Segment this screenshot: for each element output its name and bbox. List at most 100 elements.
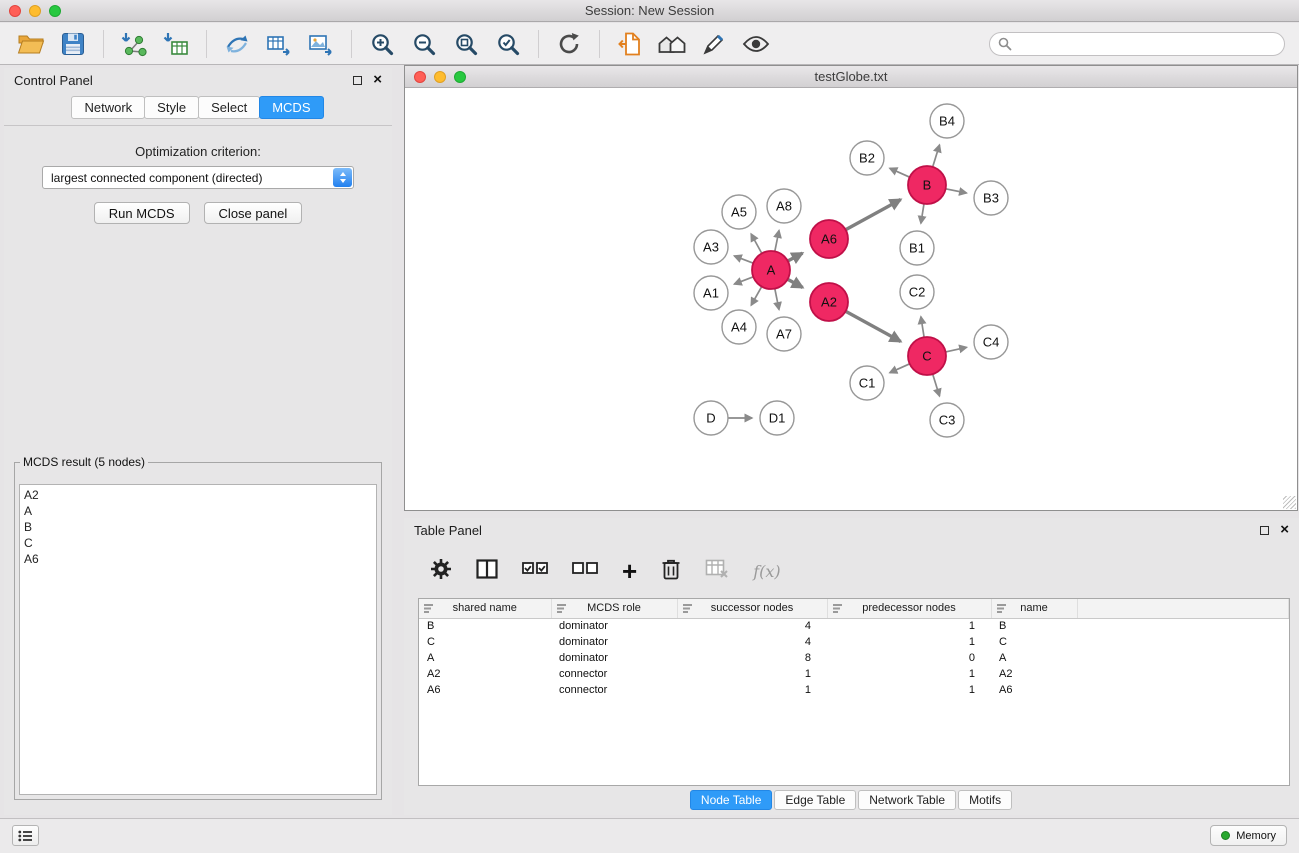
graph-node-B3[interactable]: B3 <box>974 181 1008 215</box>
graph-node-A2[interactable]: A2 <box>810 283 848 321</box>
network-window-titlebar[interactable]: testGlobe.txt <box>405 66 1297 88</box>
graph-edge-B-B2[interactable] <box>890 168 910 177</box>
graph-node-D[interactable]: D <box>694 401 728 435</box>
graph-edge-A-A6[interactable] <box>788 253 803 261</box>
tab-motifs[interactable]: Motifs <box>958 790 1012 810</box>
column-header-mcds-role[interactable]: MCDS role <box>551 599 677 618</box>
delete-column-button[interactable] <box>661 558 681 585</box>
graph-node-B[interactable]: B <box>908 166 946 204</box>
tab-network[interactable]: Network <box>71 96 145 119</box>
window-resize-gripper[interactable] <box>1283 496 1296 509</box>
table-cell[interactable]: C <box>991 634 1077 650</box>
graph-edge-C-C1[interactable] <box>890 364 910 373</box>
graph-node-D1[interactable]: D1 <box>760 401 794 435</box>
toolbar-search[interactable] <box>989 32 1285 56</box>
show-columns-button[interactable] <box>476 559 498 584</box>
tab-style[interactable]: Style <box>144 96 199 119</box>
search-input[interactable] <box>1018 37 1276 51</box>
table-cell[interactable]: B <box>991 618 1077 634</box>
node-table-row[interactable]: Adominator80A <box>419 650 1289 666</box>
table-cell[interactable]: 1 <box>827 666 991 682</box>
import-network-button[interactable] <box>116 26 152 62</box>
table-cell[interactable]: A6 <box>419 682 551 698</box>
float-panel-icon[interactable] <box>353 76 362 85</box>
tab-node-table[interactable]: Node Table <box>690 790 773 810</box>
open-session-button[interactable] <box>13 26 49 62</box>
close-panel-button[interactable]: Close panel <box>204 202 303 224</box>
select-all-button[interactable] <box>522 562 548 581</box>
table-cell[interactable]: C <box>419 634 551 650</box>
table-cell[interactable]: dominator <box>551 634 677 650</box>
graph-edge-A2-C[interactable] <box>846 311 901 341</box>
graph-edge-A-A2[interactable] <box>788 279 803 287</box>
show-hide-button[interactable] <box>738 26 774 62</box>
graph-node-A7[interactable]: A7 <box>767 317 801 351</box>
table-settings-button[interactable] <box>430 558 452 585</box>
graph-edge-A-A7[interactable] <box>775 289 779 310</box>
graph-node-A6[interactable]: A6 <box>810 220 848 258</box>
memory-button[interactable]: Memory <box>1210 825 1287 846</box>
run-mcds-button[interactable]: Run MCDS <box>94 202 190 224</box>
table-cell[interactable]: connector <box>551 666 677 682</box>
table-cell[interactable]: A6 <box>991 682 1077 698</box>
node-table-row[interactable]: Bdominator41B <box>419 618 1289 634</box>
zoom-selected-button[interactable] <box>490 26 526 62</box>
column-header-predecessor-nodes[interactable]: predecessor nodes <box>827 599 991 618</box>
graph-edge-A-A3[interactable] <box>734 256 753 263</box>
graph-node-C1[interactable]: C1 <box>850 366 884 400</box>
zoom-fit-button[interactable] <box>448 26 484 62</box>
graph-edge-A-A1[interactable] <box>734 277 753 284</box>
graph-edge-C-C2[interactable] <box>921 317 924 338</box>
home-view-button[interactable] <box>654 26 690 62</box>
table-cell[interactable]: 4 <box>677 634 827 650</box>
table-cell[interactable]: connector <box>551 682 677 698</box>
graph-node-A[interactable]: A <box>752 251 790 289</box>
graph-edge-A-A4[interactable] <box>751 287 762 306</box>
table-cell[interactable]: 1 <box>827 682 991 698</box>
table-cell[interactable]: 1 <box>677 666 827 682</box>
add-column-button[interactable]: + <box>622 561 637 581</box>
tab-edge-table[interactable]: Edge Table <box>774 790 856 810</box>
annotation-button[interactable] <box>696 26 732 62</box>
graph-edge-A-A8[interactable] <box>775 231 779 252</box>
graph-edge-B-B1[interactable] <box>921 204 924 224</box>
graph-node-A8[interactable]: A8 <box>767 189 801 223</box>
criterion-dropdown[interactable]: largest connected component (directed) <box>42 166 354 189</box>
table-cell[interactable]: 0 <box>827 650 991 666</box>
refresh-layout-button[interactable] <box>551 26 587 62</box>
node-table-row[interactable]: A2connector11A2 <box>419 666 1289 682</box>
table-cell[interactable]: dominator <box>551 650 677 666</box>
deselect-all-button[interactable] <box>572 562 598 581</box>
network-graph[interactable]: AA6A2BCA5A8A3A1A4A7B2B4B3B1C2C4C1C3DD1 <box>405 88 1297 510</box>
table-cell[interactable]: A2 <box>419 666 551 682</box>
node-table[interactable]: shared nameMCDS rolesuccessor nodesprede… <box>418 598 1290 786</box>
mcds-result-list[interactable]: A2ABCA6 <box>19 484 377 795</box>
table-cell[interactable]: A2 <box>991 666 1077 682</box>
table-cell[interactable]: 1 <box>677 682 827 698</box>
graph-node-A5[interactable]: A5 <box>722 195 756 229</box>
zoom-out-button[interactable] <box>406 26 442 62</box>
table-cell[interactable]: 8 <box>677 650 827 666</box>
export-network-button[interactable] <box>219 26 255 62</box>
export-image-button[interactable] <box>303 26 339 62</box>
table-cell[interactable]: A <box>991 650 1077 666</box>
graph-node-C2[interactable]: C2 <box>900 275 934 309</box>
close-panel-icon[interactable]: × <box>373 75 382 85</box>
graph-node-C4[interactable]: C4 <box>974 325 1008 359</box>
column-header-name[interactable]: name <box>991 599 1077 618</box>
column-header-shared-name[interactable]: shared name <box>419 599 551 618</box>
table-cell[interactable]: dominator <box>551 618 677 634</box>
graph-edge-B-B4[interactable] <box>933 145 940 167</box>
graph-node-C[interactable]: C <box>908 337 946 375</box>
document-action-button[interactable] <box>612 26 648 62</box>
graph-edge-C-C3[interactable] <box>933 374 940 396</box>
node-table-row[interactable]: A6connector11A6 <box>419 682 1289 698</box>
save-session-button[interactable] <box>55 26 91 62</box>
graph-edge-B-B3[interactable] <box>946 189 967 193</box>
import-table-button[interactable] <box>158 26 194 62</box>
graph-node-A1[interactable]: A1 <box>694 276 728 310</box>
table-cell[interactable]: 1 <box>827 634 991 650</box>
table-cell[interactable]: B <box>419 618 551 634</box>
export-table-button[interactable] <box>261 26 297 62</box>
graph-node-C3[interactable]: C3 <box>930 403 964 437</box>
